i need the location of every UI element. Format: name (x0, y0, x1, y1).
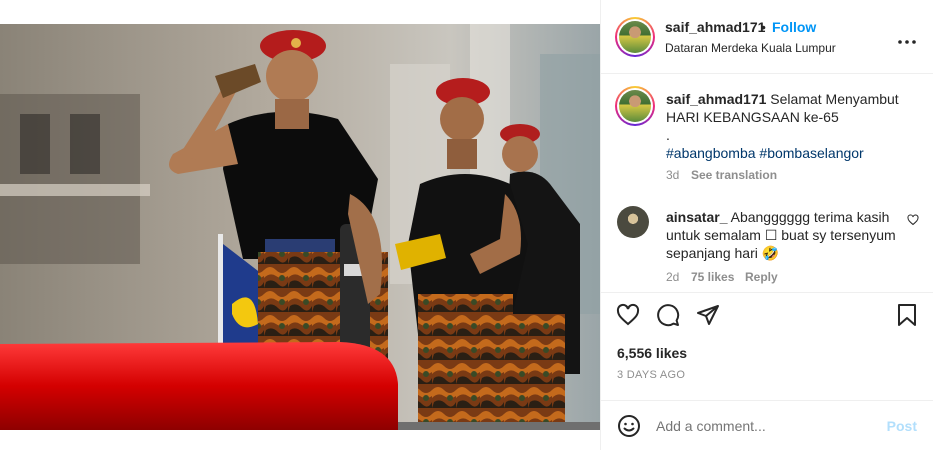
emoji-icon[interactable] (617, 414, 641, 438)
commenter-avatar[interactable] (617, 206, 649, 238)
header-separator: • (761, 19, 766, 35)
caption-author-avatar[interactable] (615, 86, 655, 126)
caption-line-2: HARI KEBANGSAAN ke-65 (666, 109, 839, 125)
caption-body: saif_ahmad171 Selamat Menyambut HARI KEB… (666, 90, 916, 162)
comment-icon[interactable] (656, 303, 680, 327)
author-avatar[interactable] (615, 17, 655, 57)
post-media (0, 0, 600, 450)
post-photo-image (0, 24, 600, 430)
caption-line-1: Selamat Menyambut (770, 91, 899, 107)
like-heart-icon[interactable] (616, 303, 640, 327)
comment-age: 2d (666, 270, 680, 284)
post-comment-button[interactable]: Post (887, 418, 917, 434)
comment-line-3: sepanjang hari 🤣 (666, 245, 780, 261)
post-location[interactable]: Dataran Merdeka Kuala Lumpur (665, 41, 836, 55)
post-date: 3 DAYS AGO (617, 369, 686, 381)
caption-hashtags[interactable]: #abangbomba #bombaselangor (666, 145, 864, 161)
bookmark-icon[interactable] (897, 303, 917, 327)
caption-username[interactable]: saif_ahmad171 (666, 91, 766, 107)
actions-divider (601, 292, 933, 293)
commenter-username[interactable]: ainsatar_ (666, 209, 727, 225)
author-username[interactable]: saif_ahmad171 (665, 19, 765, 35)
add-comment-input[interactable] (656, 418, 876, 434)
caption-age: 3d (666, 168, 680, 182)
caption-line-3: . (666, 127, 670, 143)
comment-line-1: Abangggggg terima kasih (730, 209, 890, 225)
comment-body: ainsatar_ Abangggggg terima kasih untuk … (666, 208, 906, 262)
comment-reply-button[interactable]: Reply (745, 270, 778, 284)
share-icon[interactable] (696, 303, 720, 327)
comment-line-2: untuk semalam ☐ buat sy tersenyum (666, 227, 896, 243)
more-options-icon[interactable] (898, 28, 916, 49)
composer-divider (601, 400, 933, 401)
post-photo[interactable] (0, 24, 600, 430)
comment-like-heart-icon[interactable] (907, 214, 919, 226)
comment-likes[interactable]: 75 likes (691, 270, 734, 284)
post-sidebar: saif_ahmad171 • Follow Dataran Merdeka K… (600, 0, 933, 450)
likes-count[interactable]: 6,556 likes (617, 345, 687, 361)
see-translation-link[interactable]: See translation (691, 168, 777, 182)
post-header: saif_ahmad171 • Follow Dataran Merdeka K… (601, 0, 933, 74)
follow-button[interactable]: Follow (772, 19, 816, 35)
